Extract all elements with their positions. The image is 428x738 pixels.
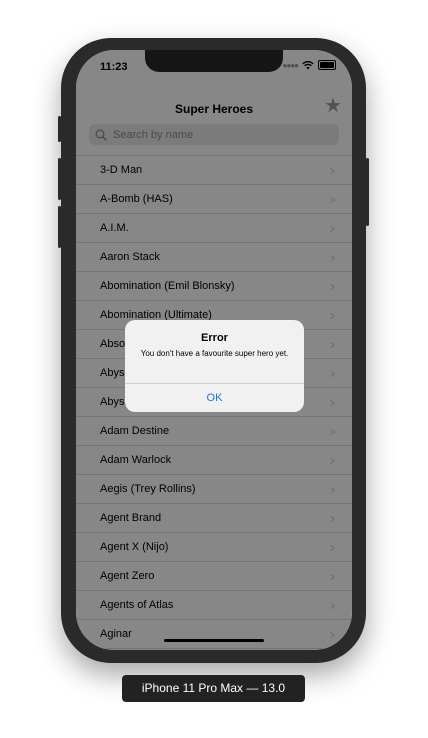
volume-down-button	[58, 206, 61, 248]
silent-switch	[58, 116, 61, 142]
simulator-caption: iPhone 11 Pro Max — 13.0	[122, 675, 305, 702]
home-indicator[interactable]	[164, 639, 264, 642]
volume-up-button	[58, 158, 61, 200]
power-button	[366, 158, 369, 226]
screen: 11:23 ●●●● Super Heroes ★ 3-D Man>A-Bomb…	[76, 50, 352, 650]
alert-message: You don't have a favourite super hero ye…	[140, 349, 289, 358]
error-alert: Error You don't have a favourite super h…	[125, 320, 304, 412]
device-frame: 11:23 ●●●● Super Heroes ★ 3-D Man>A-Bomb…	[58, 38, 369, 663]
alert-ok-button[interactable]: OK	[125, 384, 304, 412]
alert-title: Error	[201, 332, 228, 344]
